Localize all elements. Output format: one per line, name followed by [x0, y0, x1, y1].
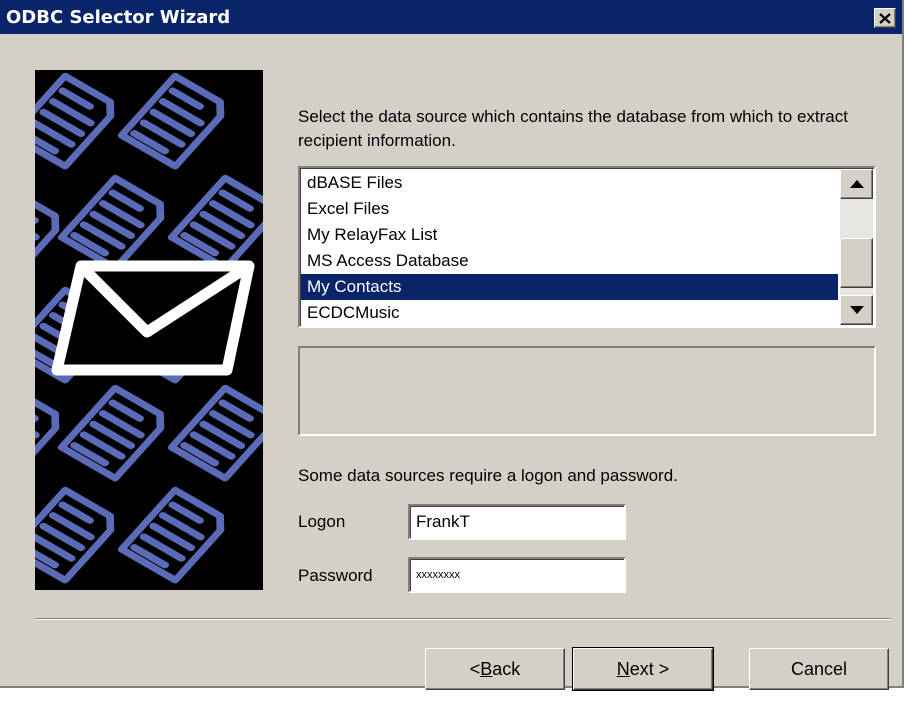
odbc-selector-dialog: ODBC Selector Wizard Select the data sou… — [0, 0, 904, 691]
datasource-list-item[interactable]: dBASE Files — [301, 170, 838, 196]
button-separator — [35, 618, 891, 620]
title-bar[interactable]: ODBC Selector Wizard — [0, 0, 902, 34]
back-label-rest: ack — [492, 658, 521, 679]
window-title: ODBC Selector Wizard — [6, 7, 231, 28]
password-label: Password — [298, 566, 373, 585]
password-input[interactable] — [408, 557, 626, 593]
back-label-mnemonic: B — [480, 658, 493, 679]
datasource-list[interactable]: dBASE Files Excel Files My RelayFax List MS… — [301, 170, 838, 326]
datasource-description-box — [298, 346, 876, 436]
close-icon — [879, 12, 891, 24]
next-label-rest: ext > — [629, 658, 670, 679]
datasource-prompt: Select the data source which contains th… — [298, 107, 848, 150]
envelope-icon — [51, 260, 255, 376]
listbox-scrollbar[interactable] — [840, 169, 873, 325]
datasource-list-item[interactable]: My RelayFax List — [301, 222, 838, 248]
logon-input[interactable] — [408, 504, 626, 540]
cancel-button[interactable]: Cancel — [749, 648, 889, 690]
datasource-list-item[interactable]: Excel Files — [301, 196, 838, 222]
logon-label: Logon — [298, 512, 346, 531]
scroll-thumb[interactable] — [840, 238, 873, 288]
scroll-up-button[interactable] — [840, 169, 873, 199]
datasource-list-item[interactable]: My Contacts — [301, 274, 838, 300]
scroll-up-arrow-icon — [849, 180, 864, 188]
datasource-list-item[interactable]: ECDCMusic — [301, 300, 838, 326]
scroll-down-button[interactable] — [840, 295, 873, 325]
datasource-list-item[interactable]: MS Access Database — [301, 248, 838, 274]
close-button[interactable] — [874, 8, 896, 28]
datasource-listbox[interactable]: dBASE Files Excel Files My RelayFax List MS… — [298, 166, 876, 328]
back-label-prefix: < — [469, 658, 481, 679]
wizard-side-graphic — [35, 70, 263, 590]
logon-note: Some data sources require a logon and pa… — [298, 466, 678, 485]
scroll-down-arrow-icon — [849, 306, 864, 314]
wizard-illustration — [35, 70, 263, 590]
next-label-mnemonic: N — [616, 658, 630, 679]
next-button[interactable]: Next > — [572, 647, 714, 691]
back-button[interactable]: < Back — [425, 648, 565, 690]
